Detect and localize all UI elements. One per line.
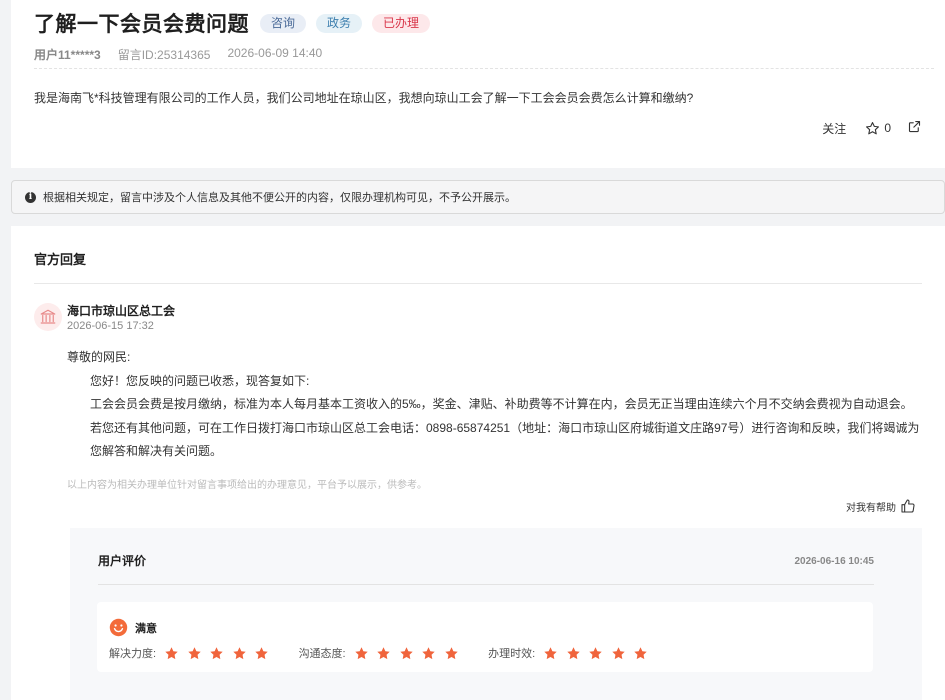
favorite-count: 0 xyxy=(884,121,891,135)
star-icon xyxy=(210,646,223,659)
star-icon xyxy=(567,646,580,659)
helpful-button[interactable]: 对我有帮助 xyxy=(846,498,916,514)
divider xyxy=(34,68,934,69)
star-icon xyxy=(422,646,435,659)
rating-label: 沟通态度: xyxy=(298,648,346,660)
question-actions: 关注 0 xyxy=(822,119,922,137)
reply-paragraph: 若您还有其他问题，可在工作日拨打海口市琼山区总工会电话：0898-6587425… xyxy=(90,420,920,459)
ratings-row: 解决力度: 沟通态度: 办理时效: xyxy=(109,645,678,661)
star-icon xyxy=(612,646,625,659)
reply-time: 2026-06-15 17:32 xyxy=(67,320,154,332)
question-card: 了解一下会员会费问题 咨询 政务 已办理 用户11*****3 留言ID:253… xyxy=(11,0,945,168)
star-outline-icon xyxy=(866,121,880,134)
rating-group: 办理时效: xyxy=(488,645,656,661)
divider xyxy=(98,584,874,585)
star-icon xyxy=(399,646,413,659)
info-icon: i xyxy=(25,191,36,203)
official-reply-card: 官方回复 海口市琼山区总工会 2026-06-15 17:32 尊敬的网民: 您… xyxy=(11,226,945,700)
reply-section-title: 官方回复 xyxy=(34,252,87,267)
evaluation-detail: 满意 解决力度: 沟通态度: 办理时效: xyxy=(97,602,873,672)
org-name: 海口市琼山区总工会 xyxy=(67,304,176,318)
title-row: 了解一下会员会费问题 咨询 政务 已办理 xyxy=(34,8,431,38)
follow-button[interactable]: 关注 xyxy=(822,120,846,137)
reply-body: 尊敬的网民: 您好！您反映的问题已收悉，现答复如下: 工会会员会费是按月缴纳，标… xyxy=(67,346,927,464)
rating-group: 沟通态度: xyxy=(299,645,467,661)
star-icon xyxy=(165,646,178,659)
privacy-notice: i 根据相关规定，留言中涉及个人信息及其他不便公开的内容，仅限办理机构可见，不予… xyxy=(11,180,945,214)
question-time: 2026-06-09 14:40 xyxy=(227,46,323,60)
star-icon xyxy=(634,646,647,659)
rating-group: 解决力度: xyxy=(109,645,277,661)
bank-icon xyxy=(40,309,56,324)
share-button[interactable] xyxy=(907,119,922,137)
page-title: 了解一下会员会费问题 xyxy=(34,13,249,36)
evaluation-title: 用户评价 xyxy=(98,554,147,568)
favorite-button[interactable]: 0 xyxy=(865,121,891,136)
share-icon xyxy=(908,120,921,133)
status-badge: 已办理 xyxy=(372,13,431,33)
divider xyxy=(34,283,922,284)
message-id: 留言ID:25314365 xyxy=(117,48,211,62)
star-icon xyxy=(255,646,268,659)
reply-disclaimer: 以上内容为相关办理单位针对留言事项给出的办理意见，平台予以展示，供参考。 xyxy=(67,480,427,491)
helpful-label: 对我有帮助 xyxy=(846,502,896,514)
user-evaluation: 用户评价 2026-06-16 10:45 满意 解决力度: 沟通态度: 办理时效: xyxy=(70,528,922,700)
reply-greeting: 尊敬的网民: xyxy=(67,350,131,364)
tag-consult: 咨询 xyxy=(260,13,307,33)
satisfaction-label: 满意 xyxy=(135,622,157,635)
star-icon xyxy=(187,646,201,659)
star-icon xyxy=(354,646,368,659)
star-icon xyxy=(544,646,557,659)
star-icon xyxy=(589,646,602,659)
reply-paragraph: 您好！您反映的问题已收悉，现答复如下: xyxy=(90,373,310,388)
star-icon xyxy=(444,646,458,659)
satisfaction: 满意 xyxy=(109,618,157,637)
thumbs-up-icon xyxy=(901,499,915,513)
avatar xyxy=(34,303,62,331)
notice-text: 根据相关规定，留言中涉及个人信息及其他不便公开的内容，仅限办理机构可见，不予公开… xyxy=(43,192,516,204)
star-icon xyxy=(377,646,390,659)
rating-label: 解决力度: xyxy=(109,648,157,660)
rating-label: 办理时效: xyxy=(488,648,536,660)
question-meta: 用户11*****3 留言ID:25314365 2026-06-09 14:4… xyxy=(34,46,322,63)
tag-government: 政务 xyxy=(316,13,363,33)
smile-face-icon xyxy=(109,618,128,637)
reply-paragraph: 工会会员会费是按月缴纳，标准为本人每月基本工资收入的5‰，奖金、津贴、补助费等不… xyxy=(90,397,913,411)
user-name: 用户11*****3 xyxy=(34,48,101,62)
star-icon xyxy=(232,646,246,659)
question-content: 我是海南飞*科技管理有限公司的工作人员，我们公司地址在琼山区，我想向琼山工会了解… xyxy=(34,91,694,105)
evaluation-time: 2026-06-16 10:45 xyxy=(794,556,874,567)
